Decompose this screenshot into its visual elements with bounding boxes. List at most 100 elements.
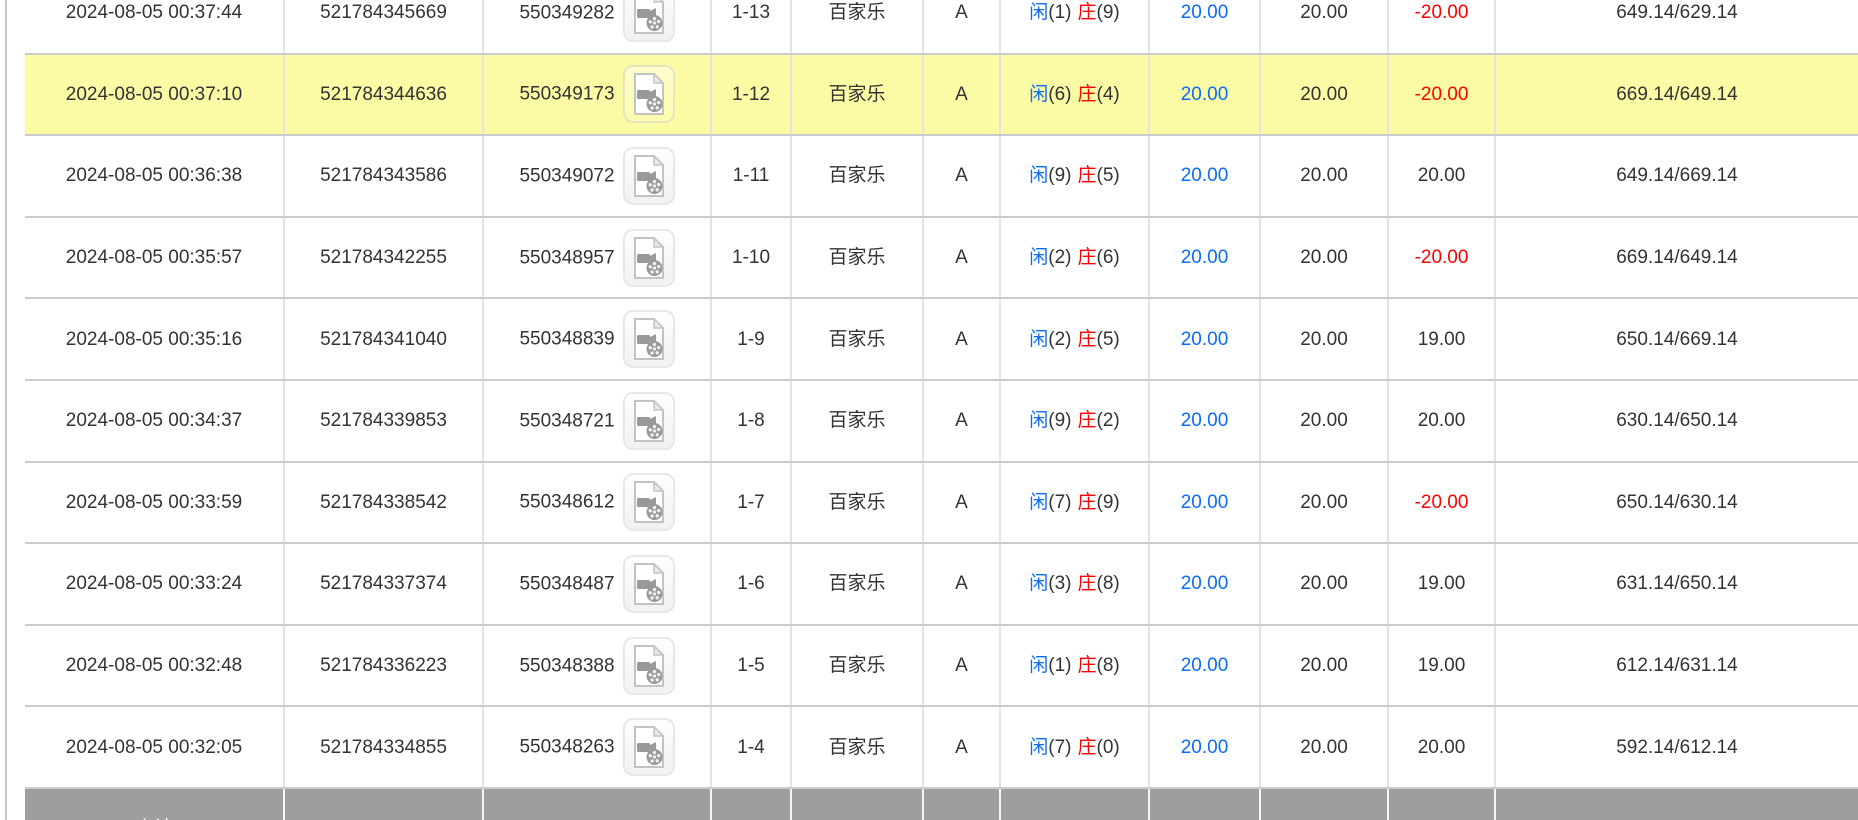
cell-bet-amount[interactable]: 20.00 [1149,54,1260,136]
cell-bet-time: 2024-08-05 00:33:24 [25,543,284,625]
cell-game-no: 550348263 [483,706,711,788]
cell-win-loss: 19.00 [1388,543,1495,625]
table-row: 2024-08-05 00:37:44521784345669550349282… [25,0,1858,54]
cell-valid-amount: 20.00 [1260,217,1388,299]
player-label: 闲 [1029,573,1048,594]
cell-bet-amount[interactable]: 20.00 [1149,0,1260,54]
cell-win-loss: 19.00 [1388,625,1495,707]
cell-valid-amount: 20.00 [1260,54,1388,136]
video-replay-button[interactable] [623,229,675,287]
cell-round: 1-6 [711,543,791,625]
cell-bet-amount[interactable]: 20.00 [1149,706,1260,788]
cell-result: 闲(9)庄(2) [1000,380,1149,462]
banker-score: (8) [1097,573,1120,594]
cell-game-type: 百家乐 [791,217,923,299]
banker-label: 庄 [1078,573,1097,594]
banker-label: 庄 [1078,492,1097,513]
video-replay-button[interactable] [623,718,675,776]
cell-bet-amount[interactable]: 20.00 [1149,543,1260,625]
cell-round: 1-9 [711,298,791,380]
bet-amount-link: 20.00 [1181,165,1229,186]
cell-balance: 630.14/650.14 [1495,380,1858,462]
cell-game-type: 百家乐 [791,135,923,217]
player-label: 闲 [1029,492,1048,513]
cell-game-type: 百家乐 [791,380,923,462]
player-score: (9) [1048,165,1071,186]
cell-result: 闲(7)庄(0) [1000,706,1149,788]
cell-result: 闲(7)庄(9) [1000,462,1149,544]
cell-bet-amount[interactable]: 20.00 [1149,217,1260,299]
cell-bet-id: 521784345669 [284,0,483,54]
cell-round: 1-12 [711,54,791,136]
cell-valid-amount: 20.00 [1260,135,1388,217]
cell-bet-id: 521784342255 [284,217,483,299]
video-replay-button[interactable] [623,0,675,42]
cell-bet-id: 521784338542 [284,462,483,544]
cell-balance: 650.14/630.14 [1495,462,1858,544]
cell-balance: 592.14/612.14 [1495,706,1858,788]
cell-bet-amount[interactable]: 20.00 [1149,380,1260,462]
video-replay-button[interactable] [623,310,675,368]
game-no-text: 550348839 [519,329,614,350]
video-replay-button[interactable] [623,392,675,450]
cell-round: 1-7 [711,462,791,544]
player-score: (7) [1048,492,1071,513]
cell-game-no: 550349072 [483,135,711,217]
cell-win-loss: -20.00 [1388,462,1495,544]
player-label: 闲 [1029,84,1048,105]
cell-win-loss: -20.00 [1388,54,1495,136]
cell-bet-amount[interactable]: 20.00 [1149,625,1260,707]
video-replay-button[interactable] [623,147,675,205]
banker-label: 庄 [1078,655,1097,676]
cell-win-loss: -20.00 [1388,217,1495,299]
banker-label: 庄 [1078,2,1097,23]
cell-table: A [923,135,1000,217]
cell-table: A [923,543,1000,625]
player-label: 闲 [1029,247,1048,268]
subtotal-empty-result [1000,788,1149,820]
banker-label: 庄 [1078,737,1097,758]
banker-score: (4) [1097,84,1120,105]
cell-bet-time: 2024-08-05 00:33:59 [25,462,284,544]
cell-bet-amount[interactable]: 20.00 [1149,462,1260,544]
cell-balance: 669.14/649.14 [1495,217,1858,299]
video-replay-icon [632,645,666,687]
bet-amount-link: 20.00 [1181,655,1229,676]
cell-result: 闲(2)庄(6) [1000,217,1149,299]
cell-win-loss: -20.00 [1388,0,1495,54]
bet-amount-link: 20.00 [1181,247,1229,268]
cell-game-no: 550348839 [483,298,711,380]
cell-round: 1-13 [711,0,791,54]
video-replay-button[interactable] [623,637,675,695]
cell-bet-id: 521784337374 [284,543,483,625]
banker-score: (5) [1097,165,1120,186]
cell-balance: 650.14/669.14 [1495,298,1858,380]
cell-bet-amount[interactable]: 20.00 [1149,298,1260,380]
cell-game-type: 百家乐 [791,298,923,380]
cell-bet-id: 521784336223 [284,625,483,707]
player-score: (9) [1048,410,1071,431]
cell-bet-time: 2024-08-05 00:32:48 [25,625,284,707]
cell-valid-amount: 20.00 [1260,625,1388,707]
cell-bet-time: 2024-08-05 00:36:38 [25,135,284,217]
banker-label: 庄 [1078,410,1097,431]
cell-game-type: 百家乐 [791,0,923,54]
video-replay-button[interactable] [623,65,675,123]
cell-balance: 612.14/631.14 [1495,625,1858,707]
video-replay-button[interactable] [623,555,675,613]
cell-result: 闲(2)庄(5) [1000,298,1149,380]
player-label: 闲 [1029,2,1048,23]
cell-balance: 631.14/650.14 [1495,543,1858,625]
cell-bet-amount[interactable]: 20.00 [1149,135,1260,217]
cell-valid-amount: 20.00 [1260,380,1388,462]
cell-bet-id: 521784334855 [284,706,483,788]
table-row: 2024-08-05 00:35:57521784342255550348957… [25,217,1858,299]
cell-table: A [923,54,1000,136]
cell-game-no: 550348721 [483,380,711,462]
cell-balance: 649.14/669.14 [1495,135,1858,217]
left-border-line [5,0,7,820]
video-replay-button[interactable] [623,473,675,531]
cell-table: A [923,706,1000,788]
cell-win-loss: 20.00 [1388,380,1495,462]
cell-balance: 669.14/649.14 [1495,54,1858,136]
